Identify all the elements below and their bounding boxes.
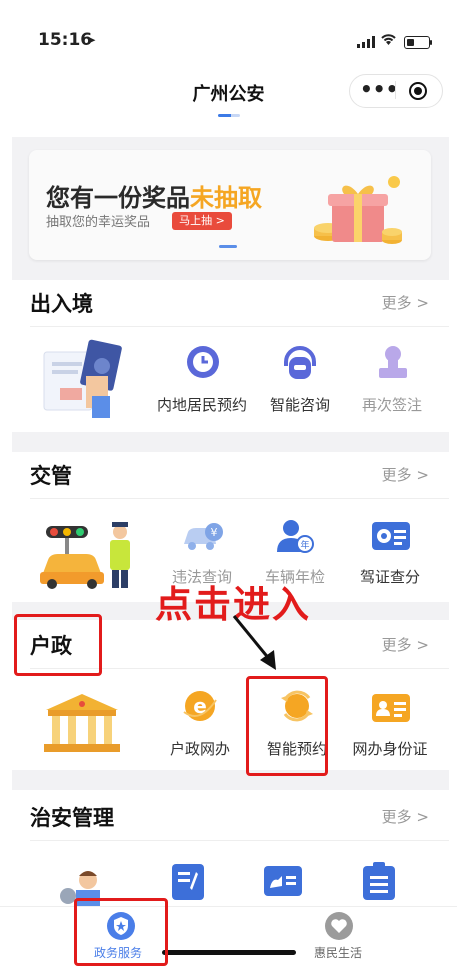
tile-label: 网办身份证 [352,740,428,758]
tile-license-points[interactable]: 驾证查分 [340,516,440,596]
tile-label: 内地居民预约 [156,396,247,414]
divider [30,326,449,327]
tile-label: 智能咨询 [269,396,330,414]
more-menu-icon[interactable]: ••• [360,78,398,100]
traffic-police-illustration [40,522,130,589]
tile-visa-renewal[interactable]: 再次签注 [342,344,442,424]
banner-title-highlight: 未抽取 [190,184,262,212]
more-link[interactable]: 更多 > [382,292,429,313]
draw-now-button[interactable]: 马上抽 > [172,212,232,230]
clipboard-list-icon [363,862,395,900]
car-fine-icon: ¥ [184,523,223,550]
close-miniprogram-icon[interactable] [409,82,427,100]
svg-text:¥: ¥ [211,526,218,539]
person-year-icon: 年 [277,520,314,553]
more-link[interactable]: 更多 > [382,464,429,485]
tile-id-card-online[interactable]: 网办身份证 [340,688,440,768]
battery-tip [430,40,432,45]
headset-icon [284,346,316,379]
divider [30,498,449,499]
tab-label: 惠民生活 [314,946,363,960]
more-link[interactable]: 更多 > [382,634,429,655]
annotation-box-smart-appointment [246,676,328,776]
section-title: 治安管理 [30,806,114,830]
heart-icon [325,912,353,940]
signal-icon [357,36,375,48]
gift-box-icon [314,176,402,244]
section-entry-exit: 出入境 更多 > 内地居民预约 智能咨询 再次签注 [12,280,449,432]
clock-refresh-icon [187,346,219,378]
pet-certificate-icon [264,866,302,896]
battery-icon [404,36,430,49]
title-indicator [218,114,240,117]
banner-pager-indicator [219,245,237,248]
banner-title: 您有一份奖品未抽取 [46,184,262,212]
annotation-box-gov-tab [74,898,168,966]
wifi-icon [380,33,397,50]
tile-label: 驾证查分 [359,568,420,586]
tile-smart-consult[interactable]: 智能咨询 [250,344,350,424]
annotation-box-household [14,614,102,676]
e-service-icon: e [183,691,217,721]
tile-household-online[interactable]: e 户政网办 [150,688,250,768]
svg-text:年: 年 [300,539,309,551]
more-link[interactable]: 更多 > [382,806,429,827]
section-title: 出入境 [30,292,93,316]
passport-illustration [43,339,122,418]
edit-document-icon [172,864,204,900]
tile-label: 户政网办 [169,740,230,758]
tab-bar [0,906,457,965]
annotation-arrow-icon [232,615,276,670]
stamp-icon [379,346,407,378]
capsule-divider [395,81,396,99]
section-public-security: 治安管理 更多 > [12,790,449,906]
tile-mainland-resident-appointment[interactable]: 内地居民预约 [152,344,252,424]
section-title: 交管 [30,464,72,488]
banner-subtitle: 抽取您的幸运奖品 [46,215,151,230]
location-arrow-icon: ➤ [86,33,97,47]
government-building-illustration [44,694,120,752]
id-card-icon [372,694,410,722]
status-time: 15:16 [38,30,93,50]
divider [30,840,449,841]
home-indicator [162,950,296,955]
license-card-icon [372,522,410,550]
tile-label: 再次签注 [361,396,422,414]
tab-livelihood[interactable]: 惠民生活 [306,908,372,960]
